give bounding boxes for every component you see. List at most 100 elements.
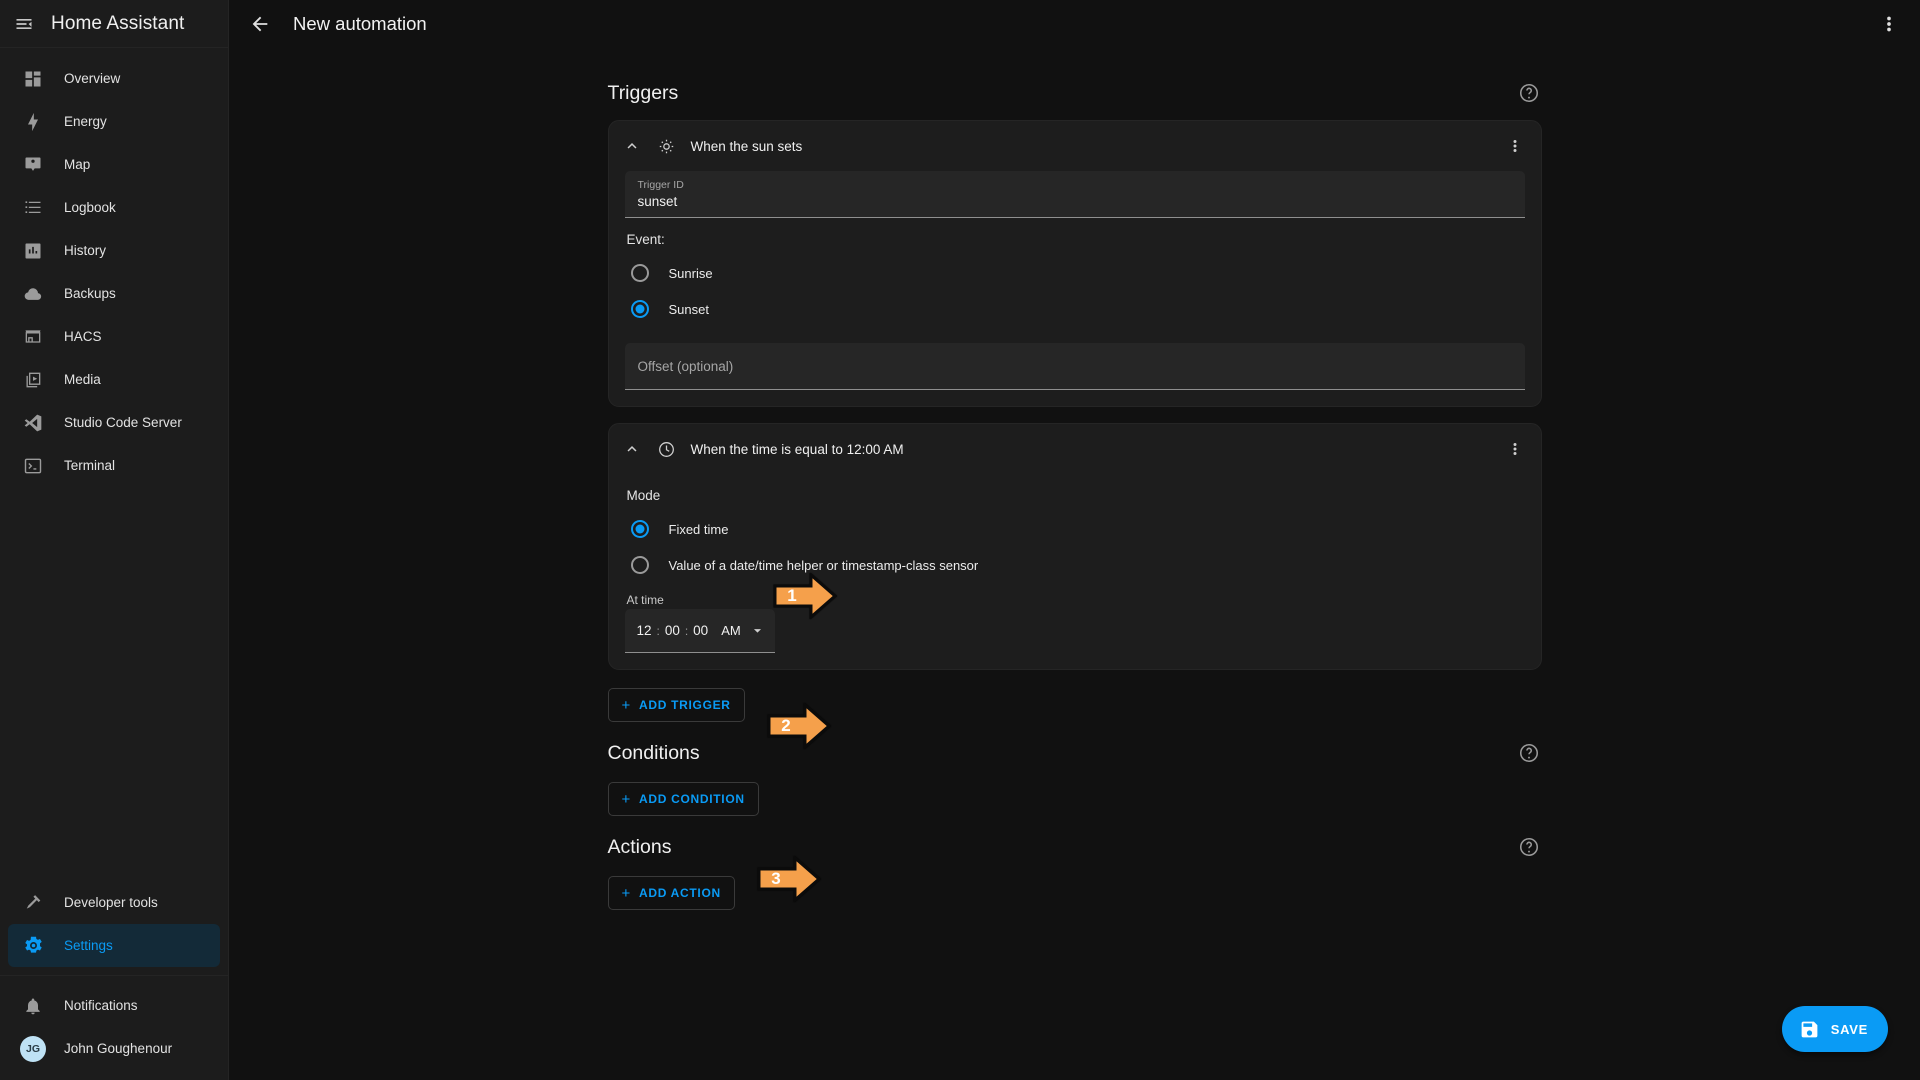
dots-vertical-icon[interactable]: [1503, 134, 1527, 158]
chevron-up-icon[interactable]: [621, 135, 643, 157]
offset-placeholder: Offset (optional): [637, 358, 734, 374]
time-separator: :: [656, 623, 660, 638]
add-trigger-row: + ADD TRIGGER: [607, 686, 1542, 728]
sidebar-item-label: Media: [64, 372, 101, 387]
sidebar-title: Home Assistant: [51, 12, 185, 34]
sidebar-item-label: History: [64, 243, 107, 258]
sidebar-item-overview[interactable]: Overview: [8, 57, 220, 100]
bell-icon: [20, 993, 46, 1019]
help-circle-icon[interactable]: [1516, 834, 1542, 860]
hacs-store-icon: [20, 324, 46, 350]
trigger-card-sun: When the sun sets Trigger ID sunset Even…: [607, 120, 1542, 407]
actions-title: Actions: [607, 835, 672, 858]
save-button[interactable]: SAVE: [1781, 1006, 1888, 1052]
add-trigger-label: ADD TRIGGER: [638, 698, 731, 712]
sidebar-item-label: Settings: [64, 938, 113, 953]
sidebar-nav: Overview Energy Map Logbook History Back…: [0, 48, 228, 487]
trigger-id-field[interactable]: Trigger ID sunset: [624, 171, 1525, 218]
mode-option-fixed-time[interactable]: Fixed time: [625, 511, 1525, 547]
sidebar-item-label: Developer tools: [64, 895, 158, 910]
sidebar-divider: [0, 975, 228, 976]
trigger-card-sun-header[interactable]: When the sun sets: [609, 121, 1541, 171]
chevron-up-icon[interactable]: [621, 438, 643, 460]
at-time-field[interactable]: 12 : 00 : 00 AM: [624, 609, 775, 653]
add-trigger-button[interactable]: + ADD TRIGGER: [607, 688, 745, 722]
trigger-id-value: sunset: [637, 193, 678, 209]
trigger-card-sun-body: Trigger ID sunset Event: Sunrise Sunset: [609, 171, 1541, 406]
triggers-section-header: Triggers: [608, 68, 1542, 120]
hammer-icon: [20, 890, 46, 916]
second-input[interactable]: 00: [692, 623, 709, 638]
lightning-bolt-icon: [20, 109, 46, 135]
sidebar-item-settings[interactable]: Settings: [8, 924, 220, 967]
help-circle-icon[interactable]: [1516, 740, 1542, 766]
sidebar-item-label: Backups: [64, 286, 116, 301]
event-option-sunrise[interactable]: Sunrise: [625, 255, 1525, 291]
main-area: New automation Triggers When the sun set…: [229, 0, 1920, 1080]
sidebar-item-map[interactable]: Map: [8, 143, 220, 186]
add-condition-button[interactable]: + ADD CONDITION: [607, 782, 759, 816]
sidebar-item-label: Studio Code Server: [64, 415, 182, 430]
sidebar-item-logbook[interactable]: Logbook: [8, 186, 220, 229]
radio-unchecked-icon[interactable]: [630, 264, 649, 282]
add-condition-row: + ADD CONDITION: [607, 780, 1542, 822]
sidebar-item-history[interactable]: History: [8, 229, 220, 272]
trigger-card-sun-title: When the sun sets: [690, 138, 803, 154]
sidebar-item-studio-code-server[interactable]: Studio Code Server: [8, 401, 220, 444]
mode-label: Mode: [626, 488, 661, 503]
arrow-left-icon[interactable]: [245, 9, 275, 39]
add-action-label: ADD ACTION: [638, 886, 721, 900]
play-box-multiple-icon: [20, 367, 46, 393]
chart-box-icon: [20, 238, 46, 264]
sidebar-item-label: Terminal: [64, 458, 116, 473]
sidebar-item-energy[interactable]: Energy: [8, 100, 220, 143]
sidebar-item-label: Overview: [64, 71, 121, 86]
view-dashboard-icon: [20, 66, 46, 92]
offset-field[interactable]: Offset (optional): [624, 343, 1525, 390]
time-separator: :: [684, 623, 689, 638]
add-action-row: + ADD ACTION: [607, 874, 1542, 916]
menu-down-icon[interactable]: [749, 622, 766, 639]
weather-sunset-icon: [656, 135, 678, 157]
radio-unchecked-icon[interactable]: [630, 556, 649, 574]
event-label: Event:: [626, 232, 665, 247]
sidebar-item-developer-tools[interactable]: Developer tools: [8, 881, 220, 924]
plus-icon: +: [621, 790, 631, 808]
app-root: Home Assistant Overview Energy Map Logbo…: [0, 0, 1920, 1080]
minute-input[interactable]: 00: [664, 623, 681, 638]
sidebar-item-label: Energy: [64, 114, 107, 129]
event-option-label: Sunset: [668, 301, 709, 317]
sidebar-bottom: Developer tools Settings Notifications J…: [0, 881, 228, 1080]
save-label: SAVE: [1830, 1021, 1868, 1037]
vscode-icon: [20, 410, 46, 436]
add-condition-label: ADD CONDITION: [638, 792, 745, 806]
radio-checked-icon[interactable]: [630, 520, 649, 538]
sidebar-item-label: Logbook: [64, 200, 116, 215]
map-marker-account-icon: [20, 152, 46, 178]
event-option-sunset[interactable]: Sunset: [625, 291, 1525, 327]
add-action-button[interactable]: + ADD ACTION: [607, 876, 735, 910]
sidebar-item-backups[interactable]: Backups: [8, 272, 220, 315]
sidebar-item-terminal[interactable]: Terminal: [8, 444, 220, 487]
help-circle-icon[interactable]: [1516, 80, 1542, 106]
trigger-card-time-header[interactable]: When the time is equal to 12:00 AM: [609, 424, 1541, 474]
dots-vertical-icon[interactable]: [1874, 9, 1904, 39]
sidebar-item-user[interactable]: JG John Goughenour: [8, 1027, 220, 1070]
menu-collapse-icon[interactable]: [11, 11, 37, 37]
trigger-card-time: When the time is equal to 12:00 AM Mode …: [607, 423, 1542, 670]
meridiem-select-value[interactable]: AM: [721, 623, 741, 638]
conditions-section-header: Conditions: [608, 728, 1542, 780]
hour-input[interactable]: 12: [636, 623, 653, 638]
dots-vertical-icon[interactable]: [1503, 437, 1527, 461]
sidebar-item-media[interactable]: Media: [8, 358, 220, 401]
cog-icon: [20, 933, 46, 959]
sidebar-item-hacs[interactable]: HACS: [8, 315, 220, 358]
event-option-label: Sunrise: [668, 265, 713, 281]
radio-checked-icon[interactable]: [630, 300, 649, 318]
plus-icon: +: [621, 884, 631, 902]
sidebar-item-notifications[interactable]: Notifications: [8, 984, 220, 1027]
mode-option-helper-value[interactable]: Value of a date/time helper or timestamp…: [625, 547, 1525, 583]
mode-option-label: Fixed time: [668, 521, 729, 537]
